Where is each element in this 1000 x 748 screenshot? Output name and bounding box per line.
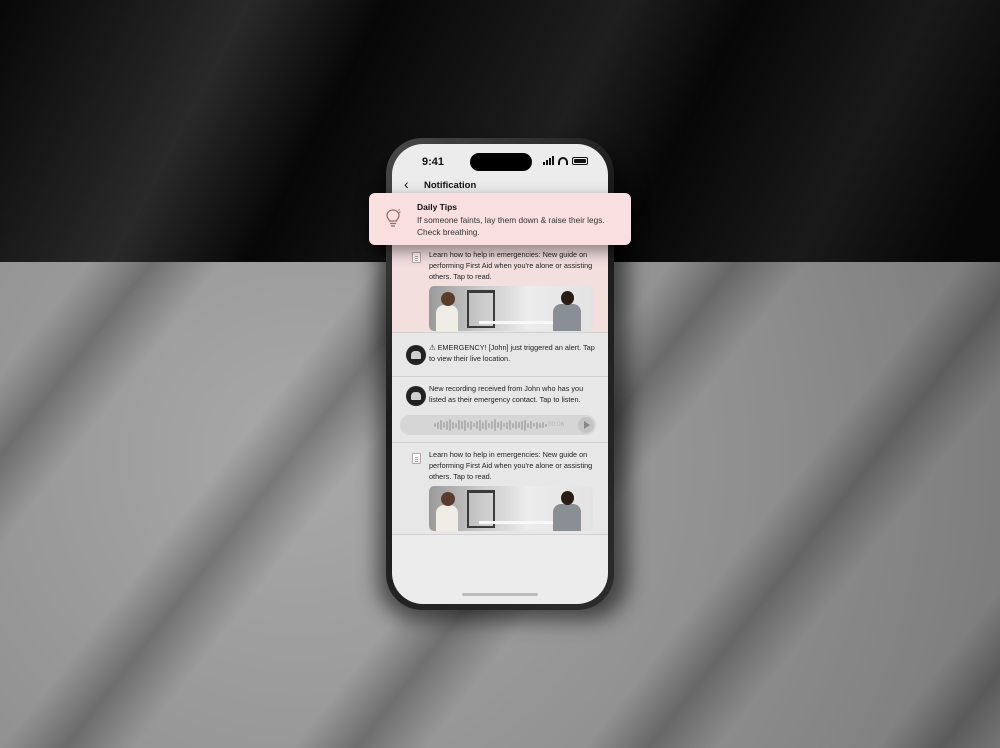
- back-chevron-icon[interactable]: ‹: [404, 176, 409, 192]
- notification-text: Learn how to help in emergencies: New gu…: [429, 450, 593, 481]
- notification-list: Learn how to help in emergencies: New gu…: [392, 200, 608, 535]
- notification-text: ⚠ EMERGENCY! [John] just triggered an al…: [429, 343, 595, 363]
- play-icon[interactable]: [578, 417, 594, 433]
- banner-title: Daily Tips: [417, 202, 457, 212]
- wifi-icon: [558, 156, 568, 165]
- notification-text: Learn how to help in emergencies: New gu…: [429, 250, 593, 281]
- notification-item-alert[interactable]: ⚠ EMERGENCY! [John] just triggered an al…: [392, 333, 608, 377]
- page-title: Notification: [424, 180, 477, 191]
- avatar: [406, 345, 426, 365]
- audio-player[interactable]: 00:06: [400, 415, 596, 435]
- signal-icon: [543, 156, 554, 165]
- document-icon: [412, 453, 421, 464]
- guide-thumbnail: [429, 486, 593, 531]
- notification-text: New recording received from John who has…: [429, 384, 584, 404]
- home-indicator: [462, 593, 538, 596]
- status-icons: [543, 156, 588, 165]
- waveform: [434, 419, 547, 431]
- battery-icon: [572, 156, 588, 165]
- status-time: 9:41: [422, 156, 445, 168]
- audio-duration: 00:06: [548, 421, 565, 428]
- avatar: [406, 386, 426, 406]
- dynamic-island: [470, 153, 532, 171]
- lightbulb-icon: [386, 208, 401, 227]
- guide-thumbnail: [429, 286, 593, 331]
- document-icon: [412, 252, 421, 263]
- banner-text: If someone faints, lay them down & raise…: [417, 215, 605, 237]
- status-bar: 9:41: [392, 144, 608, 174]
- notification-item-guide[interactable]: Learn how to help in emergencies: New gu…: [392, 443, 608, 535]
- notification-item-recording[interactable]: New recording received from John who has…: [392, 377, 608, 443]
- daily-tips-banner[interactable]: Daily Tips If someone faints, lay them d…: [369, 193, 631, 245]
